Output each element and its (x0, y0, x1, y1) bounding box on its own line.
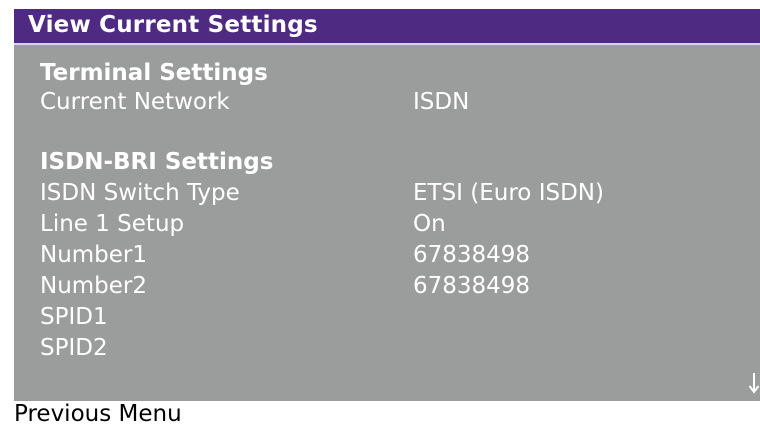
settings-panel: Terminal Settings Current Network ISDN I… (14, 45, 760, 401)
previous-menu-link[interactable]: Previous Menu (14, 401, 182, 427)
label-number2: Number2 (40, 273, 148, 299)
label-line-1-setup: Line 1 Setup (40, 211, 185, 237)
label-current-network: Current Network (40, 89, 230, 115)
label-spid2: SPID2 (40, 335, 108, 361)
label-number1: Number1 (40, 242, 148, 268)
value-line-1-setup: On (413, 211, 446, 237)
label-isdn-switch-type: ISDN Switch Type (40, 180, 240, 206)
settings-screen: View Current Settings Terminal Settings … (14, 9, 760, 401)
value-number1: 67838498 (413, 242, 531, 268)
value-isdn-switch-type: ETSI (Euro ISDN) (413, 180, 604, 206)
down-arrow-icon[interactable] (748, 372, 760, 394)
title-bar: View Current Settings (14, 9, 760, 45)
section-heading-isdn-bri-settings: ISDN-BRI Settings (40, 149, 274, 175)
value-number2: 67838498 (413, 273, 531, 299)
label-spid1: SPID1 (40, 304, 108, 330)
page-title: View Current Settings (28, 12, 318, 38)
value-current-network: ISDN (413, 89, 470, 115)
section-heading-terminal-settings: Terminal Settings (40, 60, 268, 86)
